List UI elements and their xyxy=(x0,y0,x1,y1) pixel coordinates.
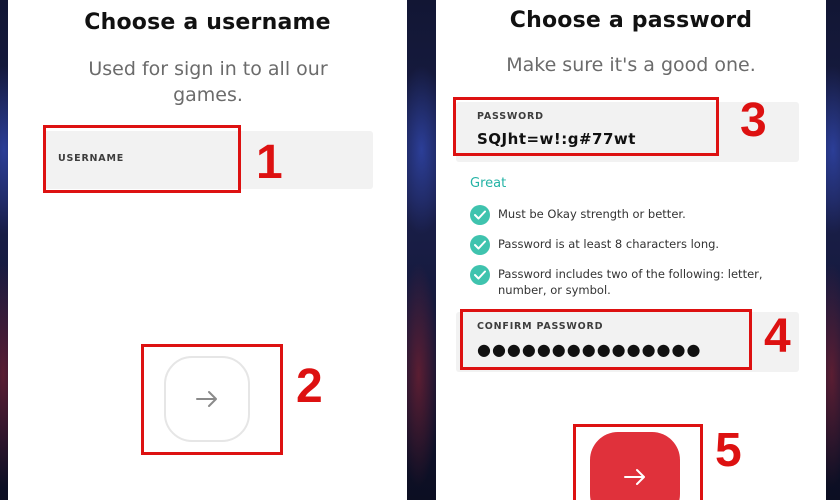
check-circle-icon xyxy=(470,205,490,225)
check-circle-icon xyxy=(470,235,490,255)
page-subtitle: Make sure it's a good one. xyxy=(506,54,756,76)
background-art xyxy=(0,0,8,500)
callout-number: 3 xyxy=(740,94,767,147)
page-title: Choose a password xyxy=(509,8,753,33)
requirement-text: Must be Okay strength or better. xyxy=(498,207,686,221)
background-art xyxy=(407,0,436,500)
callout-number: 5 xyxy=(715,424,742,477)
page-title: Choose a username xyxy=(84,10,331,35)
check-circle-icon xyxy=(470,265,490,285)
callout-number: 1 xyxy=(256,136,283,189)
callout-box xyxy=(43,125,241,193)
callout-box xyxy=(141,344,283,455)
strength-indicator: Great xyxy=(470,176,507,191)
callout-number: 2 xyxy=(296,360,323,413)
callout-box xyxy=(573,424,703,500)
requirement-text: Password includes two of the following: … xyxy=(498,267,763,297)
requirement-text: Password is at least 8 characters long. xyxy=(498,237,720,251)
background-art xyxy=(826,0,840,500)
page-subtitle: Used for sign in to all our games. xyxy=(88,58,328,106)
callout-box xyxy=(460,309,752,370)
callout-number: 4 xyxy=(764,310,791,363)
callout-box xyxy=(453,97,719,156)
